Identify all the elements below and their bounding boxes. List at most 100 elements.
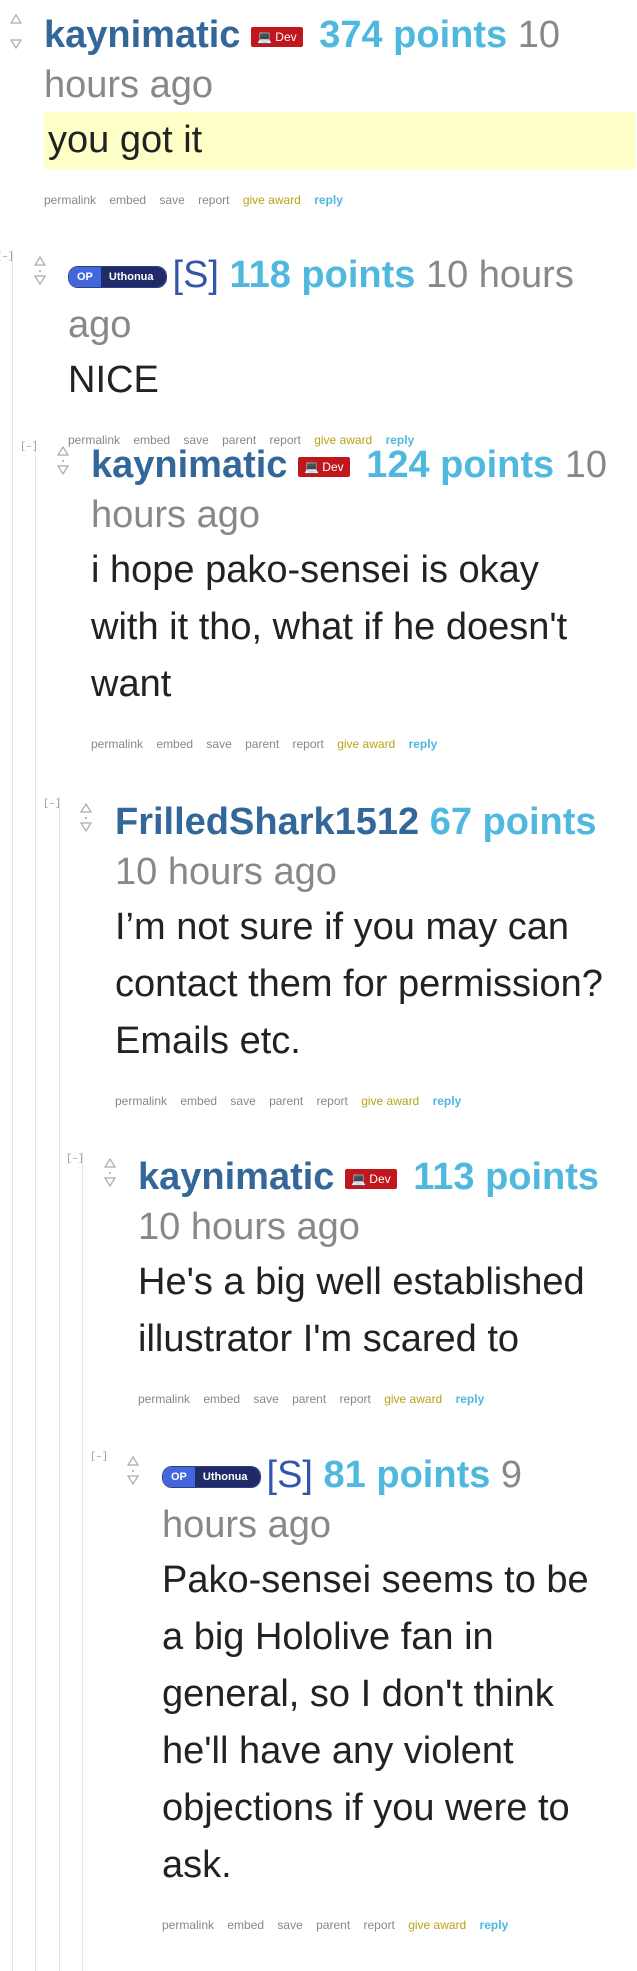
vote-controls (80, 803, 92, 833)
reply-link[interactable]: reply (480, 1918, 509, 1932)
score: 374 points (319, 14, 508, 56)
save-link[interactable]: save (159, 193, 184, 207)
timestamp[interactable]: 10 hours ago (115, 851, 337, 893)
downvote-arrow-icon[interactable] (80, 822, 92, 833)
parent-link[interactable]: parent (245, 737, 279, 751)
comment-text: Pako-sensei seems to be a big Hololive f… (162, 1559, 589, 1886)
give-award-link[interactable]: give award (337, 737, 395, 751)
comment-tagline: kaynimatic 💻 Dev 374 points 10 hours ago (44, 10, 604, 110)
comment-actions: permalink embed save parent report give … (115, 1094, 637, 1108)
reply-link[interactable]: reply (433, 1094, 462, 1108)
reply-link[interactable]: reply (456, 1392, 485, 1406)
op-flair-badge: OP Uthonua (162, 1465, 261, 1488)
comment-tagline: kaynimatic 💻 Dev 113 points 10 hours ago (138, 1152, 608, 1252)
comment-tagline: OP Uthonua [S] 81 points 9 hours ago (162, 1450, 622, 1550)
author-link[interactable]: kaynimatic (91, 444, 287, 486)
upvote-arrow-icon[interactable] (127, 1456, 139, 1467)
permalink-link[interactable]: permalink (44, 193, 96, 207)
comment-body: kaynimatic 💻 Dev 113 points 10 hours ago… (138, 1152, 637, 1406)
downvote-arrow-icon[interactable] (57, 465, 69, 476)
parent-link[interactable]: parent (292, 1392, 326, 1406)
upvote-arrow-icon[interactable] (34, 256, 46, 267)
collapse-toggle[interactable]: [–] (20, 442, 38, 453)
parent-link[interactable]: parent (316, 1918, 350, 1932)
downvote-arrow-icon[interactable] (127, 1475, 139, 1486)
vote-separator-icon (109, 1172, 111, 1174)
embed-link[interactable]: embed (156, 737, 193, 751)
thread-line (12, 250, 13, 1971)
embed-link[interactable]: embed (203, 1392, 240, 1406)
vote-controls (57, 446, 69, 476)
give-award-link[interactable]: give award (361, 1094, 419, 1108)
score: 67 points (429, 801, 597, 843)
permalink-link[interactable]: permalink (138, 1392, 190, 1406)
save-link[interactable]: save (277, 1918, 302, 1932)
collapse-toggle[interactable]: [–] (66, 1154, 84, 1165)
give-award-link[interactable]: give award (408, 1918, 466, 1932)
comment-text: I’m not sure if you may can contact them… (115, 906, 603, 1062)
comment-body: FrilledShark1512 67 points 10 hours ago … (115, 797, 637, 1108)
upvote-arrow-icon[interactable] (57, 446, 69, 457)
user-flair: Uthonua (100, 266, 166, 287)
comment-actions: permalink embed save parent report give … (162, 1918, 637, 1932)
upvote-arrow-icon[interactable] (104, 1158, 116, 1169)
author-link[interactable]: kaynimatic (44, 14, 240, 56)
dev-flair-badge: 💻 Dev (345, 1168, 397, 1189)
dev-flair-badge: 💻 Dev (251, 26, 303, 47)
dev-flair-badge: 💻 Dev (298, 456, 350, 477)
thread-line (82, 1152, 83, 1971)
permalink-link[interactable]: permalink (91, 737, 143, 751)
comment-tagline: FrilledShark1512 67 points 10 hours ago (115, 797, 620, 897)
thread-line (59, 797, 60, 1971)
give-award-link[interactable]: give award (243, 193, 301, 207)
collapse-toggle[interactable]: [–] (90, 1452, 108, 1463)
comment-tagline: kaynimatic 💻 Dev 124 points 10 hours ago (91, 440, 631, 540)
comment-body: kaynimatic 💻 Dev 374 points 10 hours ago… (44, 10, 637, 207)
collapse-toggle[interactable]: [–] (43, 799, 61, 810)
comment-actions: permalink embed save report give award r… (44, 193, 637, 207)
comment-text: you got it (44, 112, 636, 169)
report-link[interactable]: report (340, 1392, 371, 1406)
embed-link[interactable]: embed (180, 1094, 217, 1108)
score: 124 points (366, 444, 555, 486)
thread-line (35, 440, 36, 1971)
downvote-arrow-icon[interactable] (10, 39, 22, 50)
comment-actions: permalink embed save parent report give … (91, 737, 637, 751)
report-link[interactable]: report (293, 737, 324, 751)
vote-controls (34, 256, 46, 286)
permalink-link[interactable]: permalink (115, 1094, 167, 1108)
embed-link[interactable]: embed (109, 193, 146, 207)
timestamp[interactable]: 10 hours ago (138, 1206, 360, 1248)
embed-link[interactable]: embed (227, 1918, 264, 1932)
parent-link[interactable]: parent (269, 1094, 303, 1108)
collapse-toggle[interactable]: [–] (0, 252, 14, 263)
vote-controls (10, 14, 22, 50)
report-link[interactable]: report (364, 1918, 395, 1932)
save-link[interactable]: save (206, 737, 231, 751)
op-label: OP (163, 1466, 195, 1487)
op-label: OP (69, 266, 101, 287)
vote-separator-icon (39, 270, 41, 272)
give-award-link[interactable]: give award (384, 1392, 442, 1406)
author-link[interactable]: FrilledShark1512 (115, 801, 419, 843)
comment-tagline: OP Uthonua [S] 118 points 10 hours ago (68, 250, 628, 350)
vote-controls (127, 1456, 139, 1486)
upvote-arrow-icon[interactable] (80, 803, 92, 814)
comment-body: OP Uthonua [S] 81 points 9 hours ago Pako-… (162, 1450, 637, 1932)
save-link[interactable]: save (230, 1094, 255, 1108)
downvote-arrow-icon[interactable] (34, 275, 46, 286)
report-link[interactable]: report (198, 193, 229, 207)
submitter-tag: [S] (172, 254, 219, 296)
reply-link[interactable]: reply (314, 193, 343, 207)
comment-body: OP Uthonua [S] 118 points 10 hours ago NIC… (68, 250, 637, 447)
user-flair: Uthonua (194, 1466, 260, 1487)
vote-controls (104, 1158, 116, 1188)
vote-separator-icon (62, 460, 64, 462)
report-link[interactable]: report (317, 1094, 348, 1108)
downvote-arrow-icon[interactable] (104, 1177, 116, 1188)
reply-link[interactable]: reply (409, 737, 438, 751)
save-link[interactable]: save (253, 1392, 278, 1406)
author-link[interactable]: kaynimatic (138, 1156, 334, 1198)
upvote-arrow-icon[interactable] (10, 14, 22, 25)
permalink-link[interactable]: permalink (162, 1918, 214, 1932)
